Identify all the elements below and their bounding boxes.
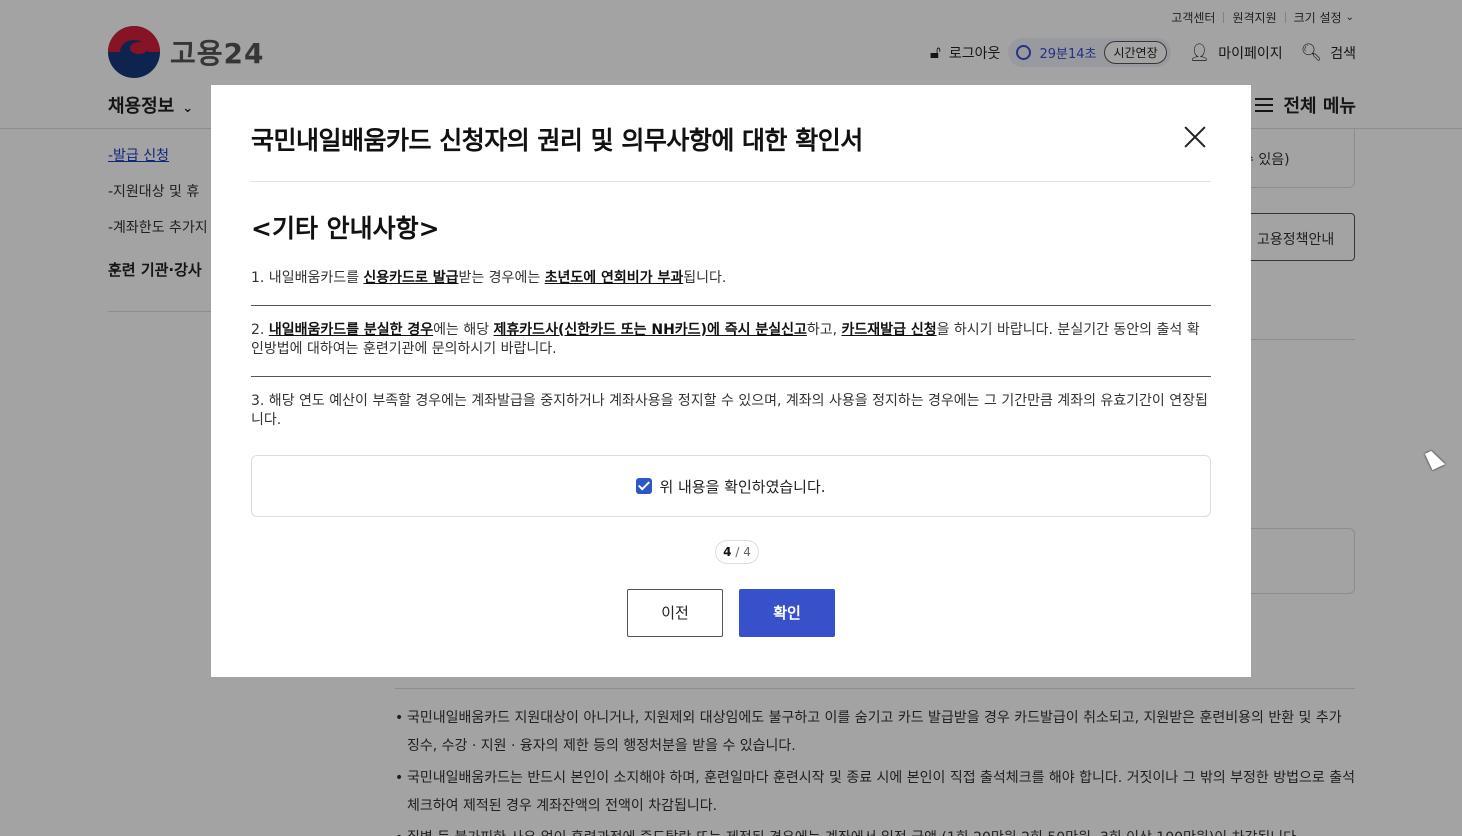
prev-button[interactable]: 이전 bbox=[627, 589, 723, 637]
notice-item-1: 1. 내일배움카드를 신용카드로 발급받는 경우에는 초년도에 연회비가 부과됩… bbox=[251, 270, 727, 286]
page-current: 4 bbox=[723, 545, 732, 559]
close-icon[interactable] bbox=[1181, 123, 1209, 151]
page-indicator: 4 / 4 bbox=[715, 540, 759, 564]
divider bbox=[251, 305, 1211, 306]
divider bbox=[251, 181, 1211, 182]
confirm-label: 위 내용을 확인하였습니다. bbox=[659, 477, 826, 496]
section-title: <기타 안내사항> bbox=[251, 214, 440, 243]
notice-item-2: 2. 내일배움카드를 분실한 경우에는 해당 제휴카드사(신한카드 또는 NH카… bbox=[251, 322, 1200, 357]
modal-title: 국민내일배움카드 신청자의 권리 및 의무사항에 대한 확인서 bbox=[251, 126, 863, 155]
confirm-checkbox-row[interactable]: 위 내용을 확인하였습니다. bbox=[251, 455, 1211, 517]
confirm-checkbox[interactable] bbox=[636, 478, 653, 494]
confirmation-modal: 국민내일배움카드 신청자의 권리 및 의무사항에 대한 확인서 <기타 안내사항… bbox=[211, 85, 1251, 677]
divider bbox=[251, 376, 1211, 377]
confirm-button[interactable]: 확인 bbox=[739, 589, 835, 637]
page-total: 4 bbox=[743, 545, 751, 559]
notice-item-3: 3. 해당 연도 예산이 부족할 경우에는 계좌발급을 중지하거나 계좌사용을 … bbox=[251, 393, 1208, 428]
